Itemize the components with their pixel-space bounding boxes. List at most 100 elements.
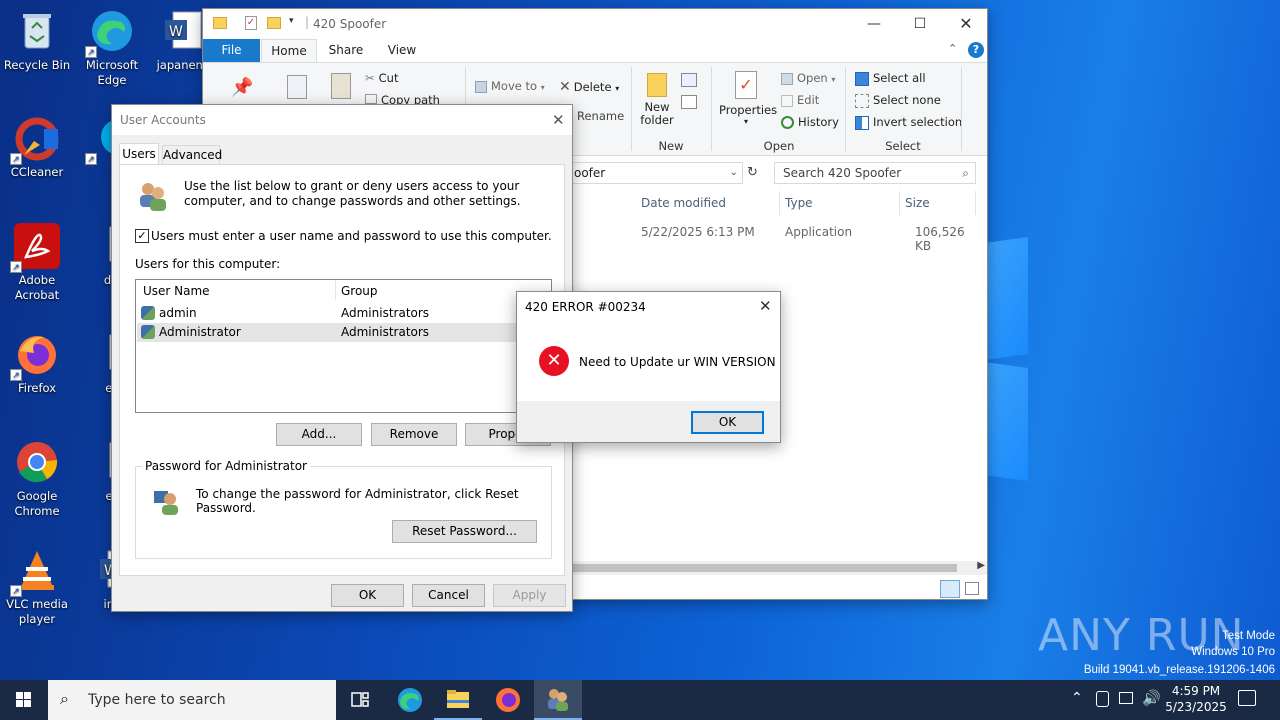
desktop-icon-ccleaner[interactable]: ↗ CCleaner: [0, 115, 74, 180]
close-icon[interactable]: ✕: [552, 111, 565, 129]
minimize-button[interactable]: —: [851, 9, 897, 39]
column-user-name[interactable]: User Name: [143, 284, 210, 298]
taskbar-search-box[interactable]: ⌕ Type here to search: [48, 680, 336, 720]
taskbar: ⌕ Type here to search ⌃ 🔊 4:59 PM 5/23/2…: [0, 680, 1280, 720]
close-button[interactable]: ✕: [943, 9, 989, 39]
explorer-titlebar: ✓ ▾ | 420 Spoofer — ☐ ✕: [203, 9, 987, 39]
taskbar-firefox[interactable]: [484, 680, 532, 720]
show-hidden-icons-icon[interactable]: ⌃: [1071, 690, 1083, 706]
error-message: Need to Update ur WIN VERSION: [579, 355, 776, 369]
delete-button[interactable]: ✕ Delete ▾: [559, 79, 619, 95]
column-group[interactable]: Group: [341, 284, 378, 298]
add-user-button[interactable]: Add...: [276, 423, 362, 446]
tab-file[interactable]: File: [203, 39, 260, 62]
column-size[interactable]: Size: [905, 196, 930, 210]
tray-app-icon[interactable]: [1096, 691, 1109, 707]
pin-icon[interactable]: 📌: [231, 77, 253, 98]
address-bar[interactable]: oofer ⌄: [563, 162, 743, 184]
windows-edition-label: Windows 10 Pro: [1191, 646, 1275, 658]
new-folder-quick-icon[interactable]: [267, 17, 281, 29]
taskbar-clock[interactable]: 4:59 PM 5/23/2025: [1162, 683, 1230, 715]
large-icons-view-icon[interactable]: [965, 582, 979, 595]
taskbar-file-explorer[interactable]: [434, 680, 482, 720]
users-icon: [136, 179, 170, 213]
select-none-button[interactable]: Select none: [855, 93, 941, 108]
cut-button[interactable]: ✂ Cut: [365, 71, 398, 85]
file-row[interactable]: 5/22/2025 6:13 PM Application 106,526 KB: [563, 223, 977, 253]
desktop-icon-chrome[interactable]: Google Chrome: [0, 439, 74, 519]
properties-button[interactable]: ✓ Properties ▾: [719, 71, 777, 126]
firefox-icon: [496, 688, 520, 712]
scroll-right-icon[interactable]: ▶: [977, 560, 985, 571]
new-folder-button[interactable]: New folder: [637, 73, 677, 127]
test-mode-label: Test Mode: [1221, 630, 1275, 642]
edge-icon: [398, 688, 422, 712]
task-view-button[interactable]: [336, 680, 384, 720]
search-icon: ⌕: [60, 689, 69, 708]
error-ok-button[interactable]: OK: [691, 411, 764, 434]
folder-icon: [213, 17, 227, 29]
taskbar-search-placeholder: Type here to search: [88, 692, 226, 708]
desktop-icon-recycle-bin[interactable]: Recycle Bin: [0, 8, 74, 73]
copy-icon[interactable]: [287, 75, 307, 99]
volume-icon[interactable]: 🔊: [1142, 689, 1161, 707]
windows-logo-wallpaper: [985, 236, 1280, 490]
customize-quick-access-icon[interactable]: ▾: [289, 16, 294, 26]
open-button[interactable]: Open ▾: [781, 71, 835, 85]
invert-selection-button[interactable]: Invert selection: [855, 115, 962, 130]
apply-button[interactable]: Apply: [493, 584, 566, 607]
properties-quick-icon[interactable]: ✓: [245, 16, 257, 30]
shortcut-arrow-icon: ↗: [10, 153, 22, 165]
help-icon[interactable]: ?: [968, 42, 984, 58]
column-type[interactable]: Type: [785, 196, 813, 210]
tab-view[interactable]: View: [377, 39, 427, 62]
properties-icon: ✓: [735, 71, 757, 99]
maximize-button[interactable]: ☐: [897, 9, 943, 39]
word-doc-icon: W: [159, 8, 205, 54]
file-size: 106,526 KB: [915, 225, 965, 253]
start-button[interactable]: [0, 680, 48, 720]
close-icon[interactable]: ✕: [759, 297, 772, 315]
ok-button[interactable]: OK: [331, 584, 404, 607]
taskbar-edge[interactable]: [386, 680, 434, 720]
tab-share[interactable]: Share: [321, 39, 371, 62]
require-password-checkbox[interactable]: ✓: [135, 229, 149, 243]
users-list[interactable]: User Name Group admin Administrators Adm…: [135, 279, 552, 413]
horizontal-scrollbar[interactable]: ▶: [573, 560, 987, 575]
details-view-icon[interactable]: [940, 580, 960, 598]
history-icon: [781, 116, 794, 129]
tab-users[interactable]: Users: [119, 143, 159, 165]
notifications-icon[interactable]: [1238, 690, 1256, 706]
network-icon[interactable]: [1119, 692, 1133, 704]
tab-home[interactable]: Home: [261, 39, 317, 62]
scissors-icon: ✂: [365, 71, 375, 85]
refresh-icon[interactable]: ↻: [747, 165, 758, 180]
desktop-icon-firefox[interactable]: ↗ Firefox: [0, 331, 74, 396]
move-to-button[interactable]: Move to ▾: [475, 79, 545, 93]
rename-button[interactable]: Rename: [577, 109, 624, 123]
desktop-icon-vlc[interactable]: ↗ VLC media player: [0, 547, 74, 627]
chrome-icon: [14, 439, 60, 485]
column-date-modified[interactable]: Date modified: [641, 196, 726, 210]
new-item-icon[interactable]: [681, 73, 697, 87]
select-all-button[interactable]: Select all: [855, 71, 926, 86]
easy-access-icon[interactable]: [681, 95, 697, 109]
paste-icon[interactable]: [331, 73, 351, 99]
search-box[interactable]: Search 420 Spoofer ⌕: [774, 162, 976, 184]
desktop-icon-edge[interactable]: ↗ Microsoft Edge: [75, 8, 149, 88]
tab-advanced[interactable]: Advanced: [162, 145, 222, 164]
cancel-button[interactable]: Cancel: [412, 584, 485, 607]
remove-user-button[interactable]: Remove: [371, 423, 457, 446]
desktop-icon-acrobat[interactable]: ↗ Adobe Acrobat: [0, 223, 74, 303]
address-dropdown-icon[interactable]: ⌄: [730, 163, 738, 183]
search-icon: ⌕: [962, 166, 969, 180]
collapse-ribbon-icon[interactable]: ⌃: [948, 42, 957, 55]
list-item[interactable]: admin Administrators: [137, 304, 551, 323]
task-view-icon: [351, 692, 369, 707]
reset-password-button[interactable]: Reset Password...: [392, 520, 537, 543]
taskbar-user-accounts[interactable]: [534, 680, 582, 720]
history-button[interactable]: History: [781, 115, 839, 129]
clock-date: 5/23/2025: [1165, 700, 1227, 714]
edit-button[interactable]: Edit: [781, 93, 819, 107]
list-item[interactable]: Administrator Administrators: [137, 323, 551, 342]
